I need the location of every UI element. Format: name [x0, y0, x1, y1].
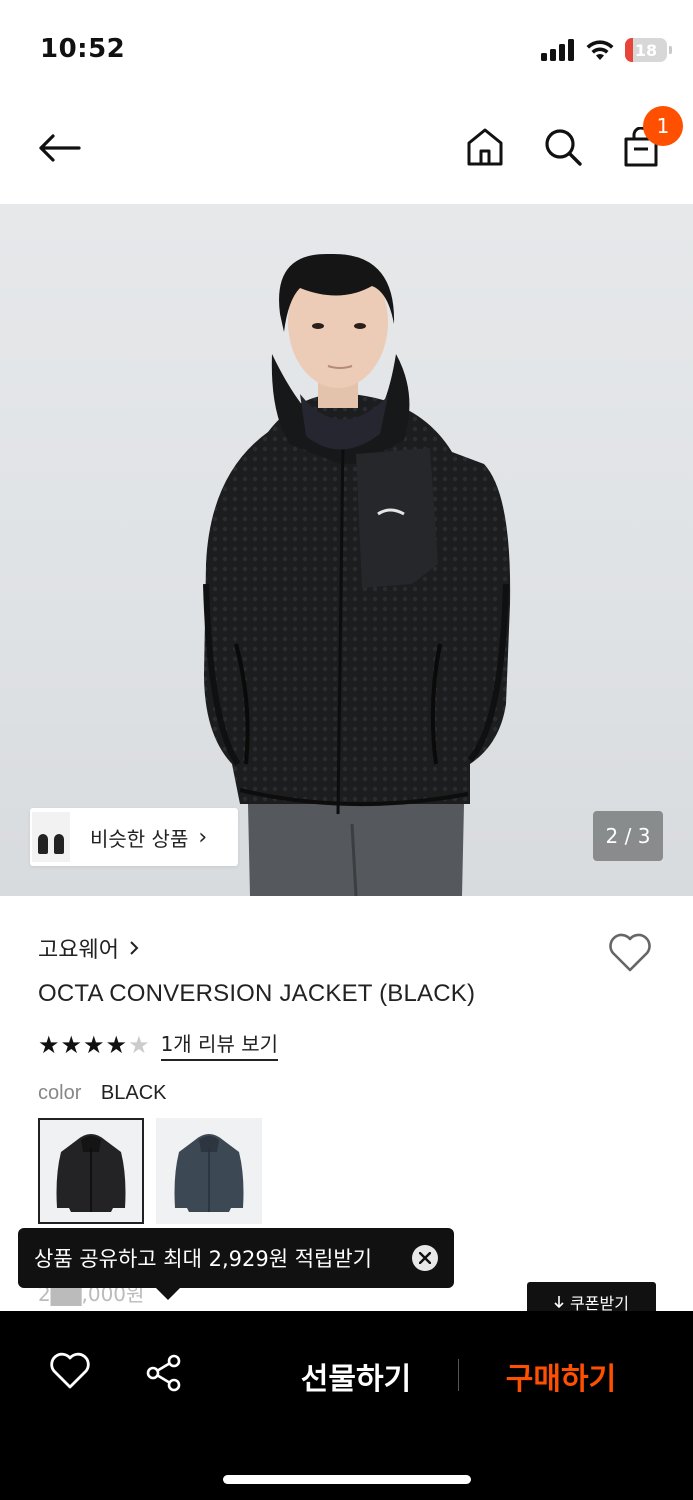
- share-icon: [146, 1354, 181, 1392]
- bottom-action-bar: 선물하기 구매하기: [0, 1311, 693, 1500]
- product-title: OCTA CONVERSION JACKET (BLACK): [38, 980, 476, 1007]
- back-button[interactable]: [34, 128, 84, 168]
- similar-products-thumbnails: [30, 808, 70, 866]
- product-image-carousel[interactable]: 비슷한 상품 › 2 / 3: [0, 204, 693, 896]
- color-label: color: [38, 1082, 82, 1104]
- nav-actions: 1: [463, 106, 683, 172]
- share-reward-tooltip: 상품 공유하고 최대 2,929원 적립받기: [18, 1228, 454, 1300]
- chevron-right-icon: ›: [198, 824, 208, 850]
- color-row: color BLACK: [38, 1082, 167, 1105]
- bottom-wishlist-button[interactable]: [48, 1351, 94, 1397]
- jacket-thumbnail-black: [56, 1134, 126, 1212]
- jacket-thumbnail-navy: [174, 1134, 244, 1212]
- search-button[interactable]: [541, 122, 585, 172]
- close-icon: [419, 1252, 431, 1264]
- arrow-left-icon: [39, 134, 81, 162]
- color-swatches: [38, 1118, 262, 1224]
- status-bar: 10:52 18: [0, 0, 693, 100]
- image-page-indicator: 2 / 3: [593, 811, 663, 861]
- star-filled-icon: ★: [60, 1030, 83, 1059]
- wishlist-button[interactable]: [607, 932, 653, 978]
- bottom-bar-divider: [458, 1359, 459, 1391]
- star-empty-icon: ★: [128, 1030, 150, 1059]
- home-icon: [467, 128, 503, 166]
- tooltip-close-button[interactable]: [412, 1245, 438, 1271]
- heart-icon: [609, 933, 651, 972]
- similar-products-label: 비슷한 상품: [90, 826, 189, 851]
- star-filled-icon: ★: [105, 1030, 128, 1059]
- home-button[interactable]: [463, 122, 507, 172]
- buy-button[interactable]: 구매하기: [496, 1351, 626, 1401]
- status-time: 10:52: [40, 34, 126, 64]
- battery-icon: 18: [625, 38, 672, 62]
- signal-icon: [541, 39, 574, 61]
- battery-level: 18: [634, 40, 658, 60]
- swatch-black[interactable]: [38, 1118, 144, 1224]
- view-reviews-link[interactable]: 1개 리뷰 보기: [160, 1028, 279, 1061]
- share-reward-text: 상품 공유하고 최대 2,929원 적립받기: [34, 1247, 372, 1271]
- status-icons: 18: [541, 38, 672, 62]
- download-arrow-icon: [554, 1296, 564, 1309]
- product-photo: [203, 253, 511, 896]
- search-icon: [545, 129, 582, 166]
- similar-products-button[interactable]: 비슷한 상품 ›: [30, 808, 238, 866]
- star-filled-icon: ★: [83, 1030, 105, 1059]
- star-filled-icon: ★: [38, 1030, 60, 1059]
- cart-count-badge: 1: [643, 106, 683, 146]
- gift-button[interactable]: 선물하기: [290, 1351, 422, 1401]
- brand-link[interactable]: 고요웨어: [38, 932, 139, 964]
- home-indicator: [223, 1475, 471, 1484]
- color-value: BLACK: [100, 1082, 167, 1104]
- share-button[interactable]: [144, 1353, 186, 1395]
- rating-row: ★ ★ ★ ★ ★ 1개 리뷰 보기: [38, 1028, 279, 1061]
- chevron-right-icon: [130, 941, 139, 955]
- swatch-navy[interactable]: [156, 1118, 262, 1224]
- wifi-icon: [586, 40, 614, 60]
- nav-bar: 1: [0, 100, 693, 204]
- cart-button[interactable]: 1: [619, 106, 683, 172]
- heart-icon: [50, 1352, 90, 1389]
- brand-name: 고요웨어: [38, 938, 119, 963]
